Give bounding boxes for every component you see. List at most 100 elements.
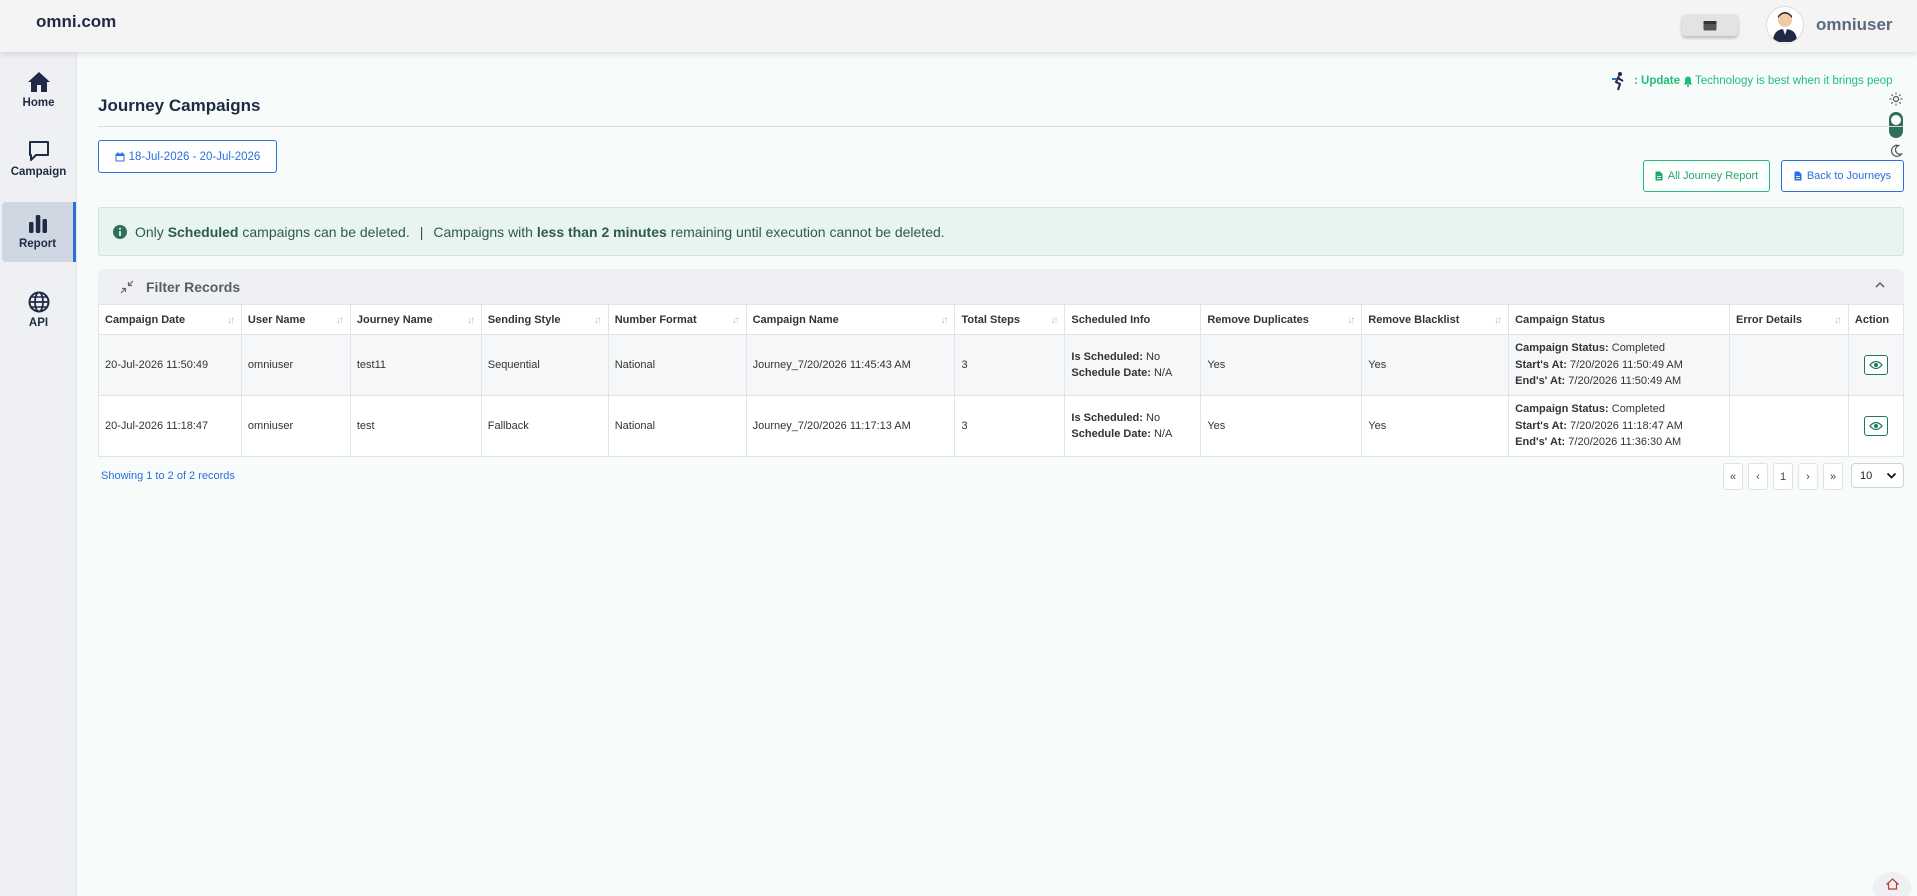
sort-icon[interactable]: ↓↑ <box>1050 315 1058 326</box>
column-header-campaign-date[interactable]: Campaign Date ↓↑ <box>98 304 242 335</box>
cell-campaign-status: Campaign Status: Completed Start's At: 7… <box>1508 334 1730 396</box>
avatar <box>1766 6 1804 44</box>
first-page-button[interactable]: « <box>1723 463 1743 490</box>
alert-text: Campaigns with <box>433 223 533 240</box>
ticker-text: Technology is best when it brings peop <box>1695 75 1893 87</box>
theme-toggle[interactable] <box>1884 92 1908 158</box>
table-row: 20-Jul-2026 11:50:49 omniuser test11 Seq… <box>98 334 1905 396</box>
cell-remove-blacklist: Yes <box>1361 334 1510 396</box>
scroll-home-button[interactable] <box>1873 872 1911 896</box>
alert-emphasis: less than 2 minutes <box>536 223 667 240</box>
cell-journey-name: test <box>349 395 482 457</box>
chevron-down-icon <box>1886 472 1897 479</box>
moon-icon <box>1891 144 1903 157</box>
prev-page-button[interactable]: ‹ <box>1748 463 1768 490</box>
button-label: Back to Journeys <box>1806 170 1892 182</box>
column-header-campaign-status: Campaign Status <box>1508 304 1730 335</box>
cell-action <box>1847 395 1905 457</box>
date-range-picker[interactable]: 18-Jul-2026 - 20-Jul-2026 <box>98 140 277 173</box>
sort-icon[interactable]: ↓↑ <box>732 315 740 326</box>
cell-user-name: omniuser <box>240 395 351 457</box>
cell-campaign-name: Journey_7/20/2026 11:45:43 AM <box>745 334 956 396</box>
alert-text: campaigns can be deleted. <box>242 223 410 240</box>
document-icon <box>1794 171 1802 181</box>
bar-chart-icon <box>28 215 47 233</box>
last-page-button[interactable]: » <box>1823 463 1843 490</box>
sidebar-item-home[interactable]: Home <box>0 60 77 120</box>
username: omniuser <box>1816 15 1893 34</box>
calendar-icon <box>115 151 125 161</box>
back-to-journeys-button[interactable]: Back to Journeys <box>1781 160 1904 192</box>
eye-icon <box>1869 360 1883 370</box>
cell-number-format: National <box>607 395 747 457</box>
table-header-row: Campaign Date ↓↑ User Name ↓↑ Journey Name… <box>98 304 1905 335</box>
column-header-remove-duplicates[interactable]: Remove Duplicates ↓↑ <box>1200 304 1363 335</box>
sidebar-item-api[interactable]: API <box>0 280 77 340</box>
page-size-select[interactable]: 10 <box>1851 463 1904 488</box>
column-header-journey-name[interactable]: Journey Name ↓↑ <box>349 304 482 335</box>
view-button[interactable] <box>1863 416 1888 436</box>
sidebar-item-report[interactable]: Report <box>2 202 76 262</box>
sidebar-item-label: Home <box>22 97 55 109</box>
pagination: « ‹ 1 › » <box>1723 463 1843 490</box>
sidebar-item-label: Report <box>18 238 57 250</box>
sort-icon[interactable]: ↓↑ <box>1347 315 1355 326</box>
brand-logo[interactable]: omni.com <box>36 12 116 32</box>
column-header-sending-style[interactable]: Sending Style ↓↑ <box>480 304 609 335</box>
cell-campaign-date: 20-Jul-2026 11:50:49 <box>98 334 242 396</box>
column-header-campaign-name[interactable]: Campaign Name ↓↑ <box>745 304 956 335</box>
records-summary: Showing 1 to 2 of 2 records <box>101 470 235 482</box>
info-alert: Only Scheduled campaigns can be deleted.… <box>98 207 1904 256</box>
document-icon <box>1655 171 1663 181</box>
sidebar: Home Campaign Report API <box>0 52 77 896</box>
cell-error-details <box>1729 395 1849 457</box>
news-ticker: : Update Technology is best when it brin… <box>1608 70 1905 92</box>
alert-emphasis: Scheduled <box>167 223 239 240</box>
collapse-arrows-icon <box>120 280 134 293</box>
sidebar-item-campaign[interactable]: Campaign <box>0 129 77 189</box>
cell-scheduled-info: Is Scheduled: No Schedule Date: N/A <box>1064 395 1202 457</box>
cell-total-steps: 3 <box>954 334 1066 396</box>
column-header-remove-blacklist[interactable]: Remove Blacklist ↓↑ <box>1361 304 1510 335</box>
column-header-number-format[interactable]: Number Format ↓↑ <box>607 304 747 335</box>
cell-campaign-name: Journey_7/20/2026 11:17:13 AM <box>745 395 956 457</box>
chevron-up-icon[interactable] <box>1874 279 1886 291</box>
home-icon <box>27 72 50 92</box>
alert-text: Only <box>135 223 164 240</box>
cell-remove-blacklist: Yes <box>1361 395 1510 457</box>
column-header-user-name[interactable]: User Name ↓↑ <box>240 304 351 335</box>
wallet-button[interactable] <box>1682 14 1738 36</box>
sort-icon[interactable]: ↓↑ <box>227 315 235 326</box>
all-journey-report-button[interactable]: All Journey Report <box>1643 160 1770 192</box>
page-size-value: 10 <box>1860 469 1873 482</box>
theme-switch[interactable] <box>1889 112 1903 138</box>
sidebar-item-label: Campaign <box>10 166 67 178</box>
title-divider <box>98 126 1903 127</box>
cell-scheduled-info: Is Scheduled: No Schedule Date: N/A <box>1064 334 1202 396</box>
globe-icon <box>28 291 49 313</box>
cell-campaign-status: Campaign Status: Completed Start's At: 7… <box>1508 395 1730 457</box>
cell-remove-duplicates: Yes <box>1200 395 1363 457</box>
filter-records-header[interactable]: Filter Records <box>98 269 1904 304</box>
column-header-total-steps[interactable]: Total Steps ↓↑ <box>954 304 1066 335</box>
sort-icon[interactable]: ↓↑ <box>336 315 344 326</box>
cell-campaign-date: 20-Jul-2026 11:18:47 <box>98 395 242 457</box>
sort-icon[interactable]: ↓↑ <box>467 315 475 326</box>
next-page-button[interactable]: › <box>1798 463 1818 490</box>
sort-icon[interactable]: ↓↑ <box>1834 315 1842 326</box>
filter-records-label: Filter Records <box>146 278 241 295</box>
sort-icon[interactable]: ↓↑ <box>594 315 602 326</box>
sidebar-item-label: API <box>28 317 49 329</box>
sort-icon[interactable]: ↓↑ <box>940 315 948 326</box>
button-label: All Journey Report <box>1667 170 1759 182</box>
sun-icon <box>1889 92 1903 106</box>
column-header-error-details[interactable]: Error Details ↓↑ <box>1729 304 1849 335</box>
sort-icon[interactable]: ↓↑ <box>1494 315 1502 326</box>
cell-sending-style: Sequential <box>480 334 609 396</box>
cell-number-format: National <box>607 334 747 396</box>
page-1-button[interactable]: 1 <box>1773 463 1793 490</box>
top-bar: omni.com omniuser <box>0 0 1917 52</box>
info-icon <box>113 224 127 239</box>
view-button[interactable] <box>1863 355 1888 375</box>
user-menu[interactable]: omniuser <box>1766 5 1893 45</box>
